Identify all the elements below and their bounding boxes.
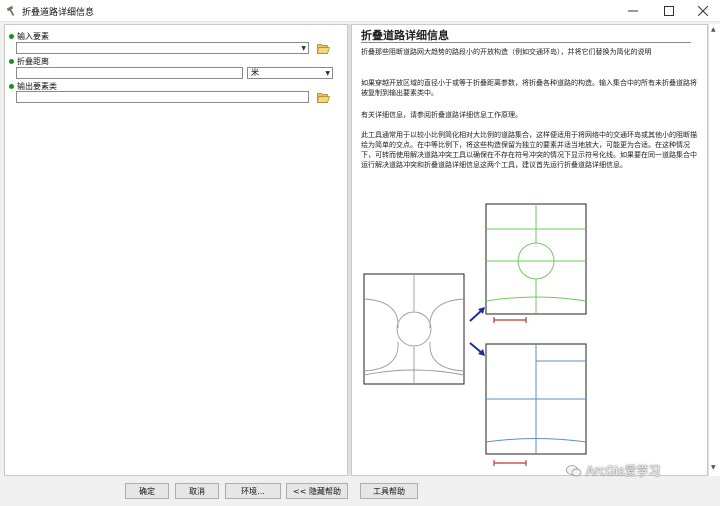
help-paragraph-summary: 折叠那些阻断道路网大趋势的路段小的开放构造（例如交通环岛），并将它们替换为简化的… [361, 48, 652, 56]
collapsed-roads-panel [485, 343, 587, 466]
minimize-icon [628, 10, 638, 12]
close-button[interactable] [686, 0, 720, 22]
help-scrollbar[interactable]: ▲ ▼ [708, 24, 720, 476]
help-paragraph-distance: 如果穿越开放区域的直径小于或等于折叠距离参数，将折叠各种道路的构造。输入集合中的… [361, 79, 697, 97]
input-features-label: 输入要素 [9, 31, 49, 42]
resolved-conflicts-panel [485, 203, 587, 323]
chevron-down-icon[interactable]: ▼ [325, 69, 330, 79]
chevron-down-icon[interactable]: ▼ [301, 44, 306, 54]
help-divider [361, 42, 691, 43]
window-title: 折叠道路详细信息 [22, 8, 95, 18]
help-paragraph-usage: 此工具通常用于以较小比例简化相对大比例的道路集合，这样便适用于将网络中的交通环岛… [361, 131, 697, 169]
collapse-distance-label-text: 折叠距离 [17, 57, 49, 66]
scroll-up-icon[interactable]: ▲ [711, 26, 716, 33]
title-bar: 折叠道路详细信息 [0, 0, 720, 22]
hammer-icon [6, 5, 18, 17]
button-bar: 确定 取消 环境... << 隐藏帮助 工具帮助 [0, 478, 720, 506]
folder-open-icon [316, 43, 330, 54]
watermark-text: ArcGis爱学习 [586, 464, 661, 478]
arrow-down-right-icon [469, 342, 485, 356]
required-bullet-icon [9, 34, 14, 39]
maximize-button[interactable] [652, 0, 686, 22]
maximize-icon [664, 6, 674, 16]
tool-help-button[interactable]: 工具帮助 [360, 483, 418, 499]
help-pane: 折叠道路详细信息 折叠那些阻断道路网大趋势的路段小的开放构造（例如交通环岛），并… [351, 24, 708, 476]
arrow-up-right-icon [469, 307, 485, 322]
browse-input-button[interactable] [316, 41, 330, 55]
collapse-distance-label: 折叠距离 [9, 56, 49, 67]
help-paragraph-more-info: 有关详细信息，请参阅折叠道路详细信息工作原理。 [361, 111, 522, 119]
cancel-button[interactable]: 取消 [175, 483, 219, 499]
environments-button[interactable]: 环境... [225, 483, 281, 499]
close-icon [698, 6, 708, 16]
collapse-distance-input[interactable] [16, 67, 243, 79]
minimize-button[interactable] [616, 0, 650, 22]
browse-output-button[interactable] [316, 90, 330, 104]
scroll-down-icon[interactable]: ▼ [711, 464, 716, 471]
input-features-label-text: 输入要素 [17, 32, 49, 41]
collapse-illustration [363, 203, 587, 466]
parameters-pane: 输入要素 ▼ 折叠距离 米 ▼ 输出要素类 [4, 24, 348, 476]
folder-open-icon [316, 92, 330, 103]
help-title: 折叠道路详细信息 [361, 29, 449, 42]
watermark: ArcGis爱学习 [566, 462, 660, 479]
input-features-combo[interactable]: ▼ [16, 42, 309, 54]
distance-unit-select[interactable]: 米 ▼ [247, 67, 333, 79]
hide-help-button[interactable]: << 隐藏帮助 [286, 483, 348, 499]
required-bullet-icon [9, 84, 14, 89]
distance-unit-value: 米 [251, 68, 259, 77]
required-bullet-icon [9, 59, 14, 64]
output-feature-class-input[interactable] [16, 91, 309, 103]
wechat-icon [566, 464, 582, 476]
original-roundabout-panel [363, 273, 465, 385]
ok-button[interactable]: 确定 [125, 483, 169, 499]
